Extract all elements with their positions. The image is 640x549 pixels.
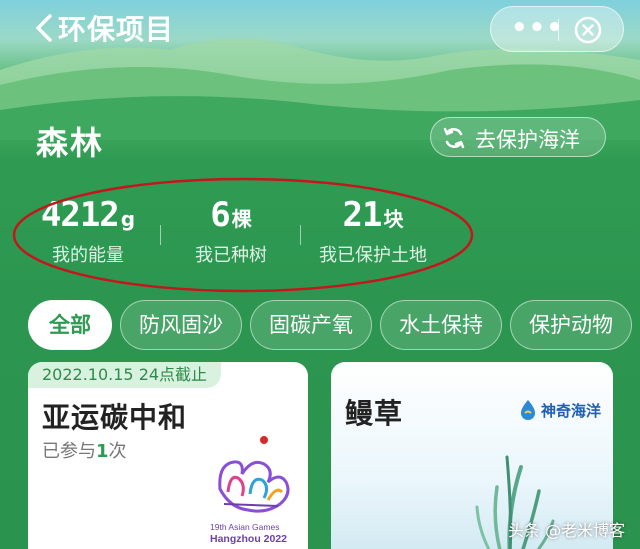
joined-suffix: 次 <box>108 441 127 462</box>
nav-bar: 环保项目 ••• <box>0 0 640 56</box>
switch-to-ocean-label: 去保护海洋 <box>475 128 580 152</box>
page-title: 环保项目 <box>58 13 175 46</box>
joined-count: 1 <box>96 441 109 462</box>
water-drop-icon <box>521 400 535 420</box>
mini-program-capsule: ••• <box>490 6 624 52</box>
tab-carbon-oxygen[interactable]: 固碳产氧 <box>250 300 372 350</box>
tab-water-soil[interactable]: 水土保持 <box>380 300 502 350</box>
app-screen: 环保项目 ••• 森林 去保护海洋 4212 g 我的能量 6棵 我已种树 21… <box>0 0 640 549</box>
category-tabs: 全部 防风固沙 固碳产氧 水土保持 保护动物 <box>0 300 640 354</box>
switch-to-ocean-button[interactable]: 去保护海洋 <box>430 117 606 157</box>
project-title: 鳗草 <box>345 397 404 430</box>
brand-label: 神奇海洋 <box>541 402 602 420</box>
logo-text-line-1: 19th Asian Games <box>210 522 279 532</box>
project-title: 亚运碳中和 <box>42 401 188 434</box>
project-card-asian-games[interactable]: 2022.10.15 24点截止 亚运碳中和 已参与1次 19th Asian … <box>28 362 308 549</box>
tab-windbreak[interactable]: 防风固沙 <box>120 300 242 350</box>
more-button[interactable]: ••• <box>511 13 563 47</box>
deadline-badge: 2022.10.15 24点截止 <box>28 362 222 388</box>
refresh-icon <box>443 127 465 149</box>
participation-count: 已参与1次 <box>42 437 127 463</box>
tab-animals[interactable]: 保护动物 <box>510 300 632 350</box>
close-circle-icon[interactable] <box>573 15 603 45</box>
tab-all[interactable]: 全部 <box>28 300 112 350</box>
logo-text-line-2: Hangzhou 2022 <box>210 533 287 545</box>
asian-games-logo: 19th Asian Games Hangzhou 2022 <box>210 436 290 545</box>
annotation-oval <box>12 177 474 293</box>
capsule-divider <box>558 19 559 41</box>
joined-prefix: 已参与 <box>42 441 96 462</box>
current-area-title: 森林 <box>36 124 105 162</box>
watermark: 头条 @老米博客 <box>508 521 626 540</box>
